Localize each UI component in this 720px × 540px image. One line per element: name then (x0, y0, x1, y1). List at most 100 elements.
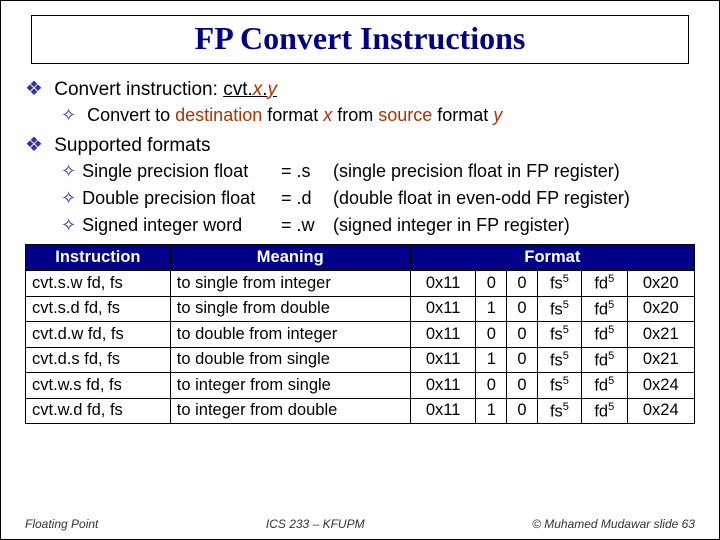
intro-x: x (253, 79, 263, 100)
fmt-eq: = .s (281, 161, 333, 182)
cell-fs: fs5 (537, 347, 581, 373)
bullet-supported-formats: ❖ Supported formats (25, 132, 695, 157)
cell-fmt1: 0 (476, 373, 507, 399)
fmt-name: Signed integer word (82, 215, 242, 235)
title-box: FP Convert Instructions (31, 15, 689, 64)
cell-meaning: to single from integer (170, 271, 410, 297)
diamond-small-icon: ✧ (61, 215, 76, 235)
table-row: cvt.d.w fd, fsto double from integer0x11… (26, 322, 695, 348)
table-row: cvt.s.w fd, fsto single from integer0x11… (26, 271, 695, 297)
intro-y: y (268, 79, 278, 100)
sub-mid1: format (262, 105, 323, 125)
cell-func: 0x24 (627, 373, 695, 399)
table-row: cvt.s.d fd, fsto single from double0x111… (26, 296, 695, 322)
cell-fmt1: 1 (476, 347, 507, 373)
cell-opcode: 0x11 (410, 271, 476, 297)
footer-center: ICS 233 – KFUPM (266, 517, 365, 531)
sub-x: x (323, 105, 332, 125)
sub-bullet-convert-format: ✧ Convert to destination format x from s… (61, 105, 695, 126)
cell-fd: fd5 (582, 296, 627, 322)
th-meaning: Meaning (170, 245, 410, 271)
cell-mnemonic: cvt.w.d fd, fs (26, 398, 171, 424)
fmt-row-name: ✧ Signed integer word (61, 215, 281, 236)
cell-fd: fd5 (582, 398, 627, 424)
cell-mnemonic: cvt.w.s fd, fs (26, 373, 171, 399)
cell-func: 0x20 (627, 296, 695, 322)
sub-y: y (493, 105, 502, 125)
cell-fd: fd5 (582, 271, 627, 297)
fmt-eq: = .w (281, 215, 333, 236)
cell-opcode: 0x11 (410, 296, 476, 322)
sub-src: source (378, 105, 432, 125)
cell-meaning: to integer from single (170, 373, 410, 399)
sub-mid2: from (332, 105, 378, 125)
bullet-convert-instruction: ❖ Convert instruction: cvt.x.y (25, 76, 695, 101)
fmt-name: Double precision float (82, 188, 255, 208)
cell-fs: fs5 (537, 322, 581, 348)
cell-mnemonic: cvt.s.w fd, fs (26, 271, 171, 297)
cell-opcode: 0x11 (410, 398, 476, 424)
slide-title: FP Convert Instructions (32, 20, 688, 57)
cell-fmt2: 0 (507, 271, 538, 297)
cell-func: 0x21 (627, 347, 695, 373)
fmt-row-name: ✧ Single precision float (61, 161, 281, 182)
diamond-small-icon: ✧ (61, 161, 76, 181)
cell-fd: fd5 (582, 373, 627, 399)
table-row: cvt.w.d fd, fsto integer from double0x11… (26, 398, 695, 424)
fmt-desc: (signed integer in FP register) (333, 215, 695, 236)
cell-meaning: to integer from double (170, 398, 410, 424)
cell-fs: fs5 (537, 296, 581, 322)
cell-func: 0x24 (627, 398, 695, 424)
intro-label: Convert instruction: (54, 79, 223, 100)
cell-fmt2: 0 (507, 322, 538, 348)
cell-func: 0x21 (627, 322, 695, 348)
diamond-icon: ❖ (25, 78, 43, 100)
th-format: Format (410, 245, 694, 271)
cell-opcode: 0x11 (410, 347, 476, 373)
cell-fs: fs5 (537, 373, 581, 399)
footer-right: © Muhamed Mudawar slide 63 (532, 517, 695, 531)
body: ❖ Convert instruction: cvt.x.y ✧ Convert… (25, 76, 695, 424)
supported-label: Supported formats (54, 135, 210, 156)
cell-fmt1: 0 (476, 322, 507, 348)
cell-meaning: to double from single (170, 347, 410, 373)
cell-fmt1: 1 (476, 398, 507, 424)
cell-opcode: 0x11 (410, 322, 476, 348)
cell-func: 0x20 (627, 271, 695, 297)
diamond-icon: ❖ (25, 134, 43, 156)
cell-fmt1: 1 (476, 296, 507, 322)
diamond-small-icon: ✧ (61, 105, 76, 125)
cell-fs: fs5 (537, 398, 581, 424)
footer: Floating Point ICS 233 – KFUPM © Muhamed… (25, 517, 695, 531)
fmt-eq: = .d (281, 188, 333, 209)
intro-pattern: cvt. (223, 79, 253, 100)
cell-opcode: 0x11 (410, 373, 476, 399)
instruction-table: Instruction Meaning Format cvt.s.w fd, f… (25, 244, 695, 424)
fmt-desc: (double float in even-odd FP register) (333, 188, 695, 209)
th-instruction: Instruction (26, 245, 171, 271)
slide: FP Convert Instructions ❖ Convert instru… (0, 0, 720, 540)
table-header-row: Instruction Meaning Format (26, 245, 695, 271)
cell-fmt2: 0 (507, 296, 538, 322)
cell-fmt1: 0 (476, 271, 507, 297)
table-row: cvt.w.s fd, fsto integer from single0x11… (26, 373, 695, 399)
diamond-small-icon: ✧ (61, 188, 76, 208)
footer-left: Floating Point (25, 517, 98, 531)
cell-fmt2: 0 (507, 373, 538, 399)
fmt-desc: (single precision float in FP register) (333, 161, 695, 182)
cell-mnemonic: cvt.d.s fd, fs (26, 347, 171, 373)
cell-meaning: to single from double (170, 296, 410, 322)
sub-dest: destination (175, 105, 262, 125)
cell-mnemonic: cvt.s.d fd, fs (26, 296, 171, 322)
cell-fd: fd5 (582, 322, 627, 348)
sub-prefix: Convert to (87, 105, 175, 125)
cell-fmt2: 0 (507, 398, 538, 424)
fmt-row-name: ✧ Double precision float (61, 188, 281, 209)
sub-mid3: format (432, 105, 493, 125)
table-row: cvt.d.s fd, fsto double from single0x111… (26, 347, 695, 373)
cell-meaning: to double from integer (170, 322, 410, 348)
cell-mnemonic: cvt.d.w fd, fs (26, 322, 171, 348)
fmt-name: Single precision float (82, 161, 248, 181)
cell-fmt2: 0 (507, 347, 538, 373)
cell-fs: fs5 (537, 271, 581, 297)
